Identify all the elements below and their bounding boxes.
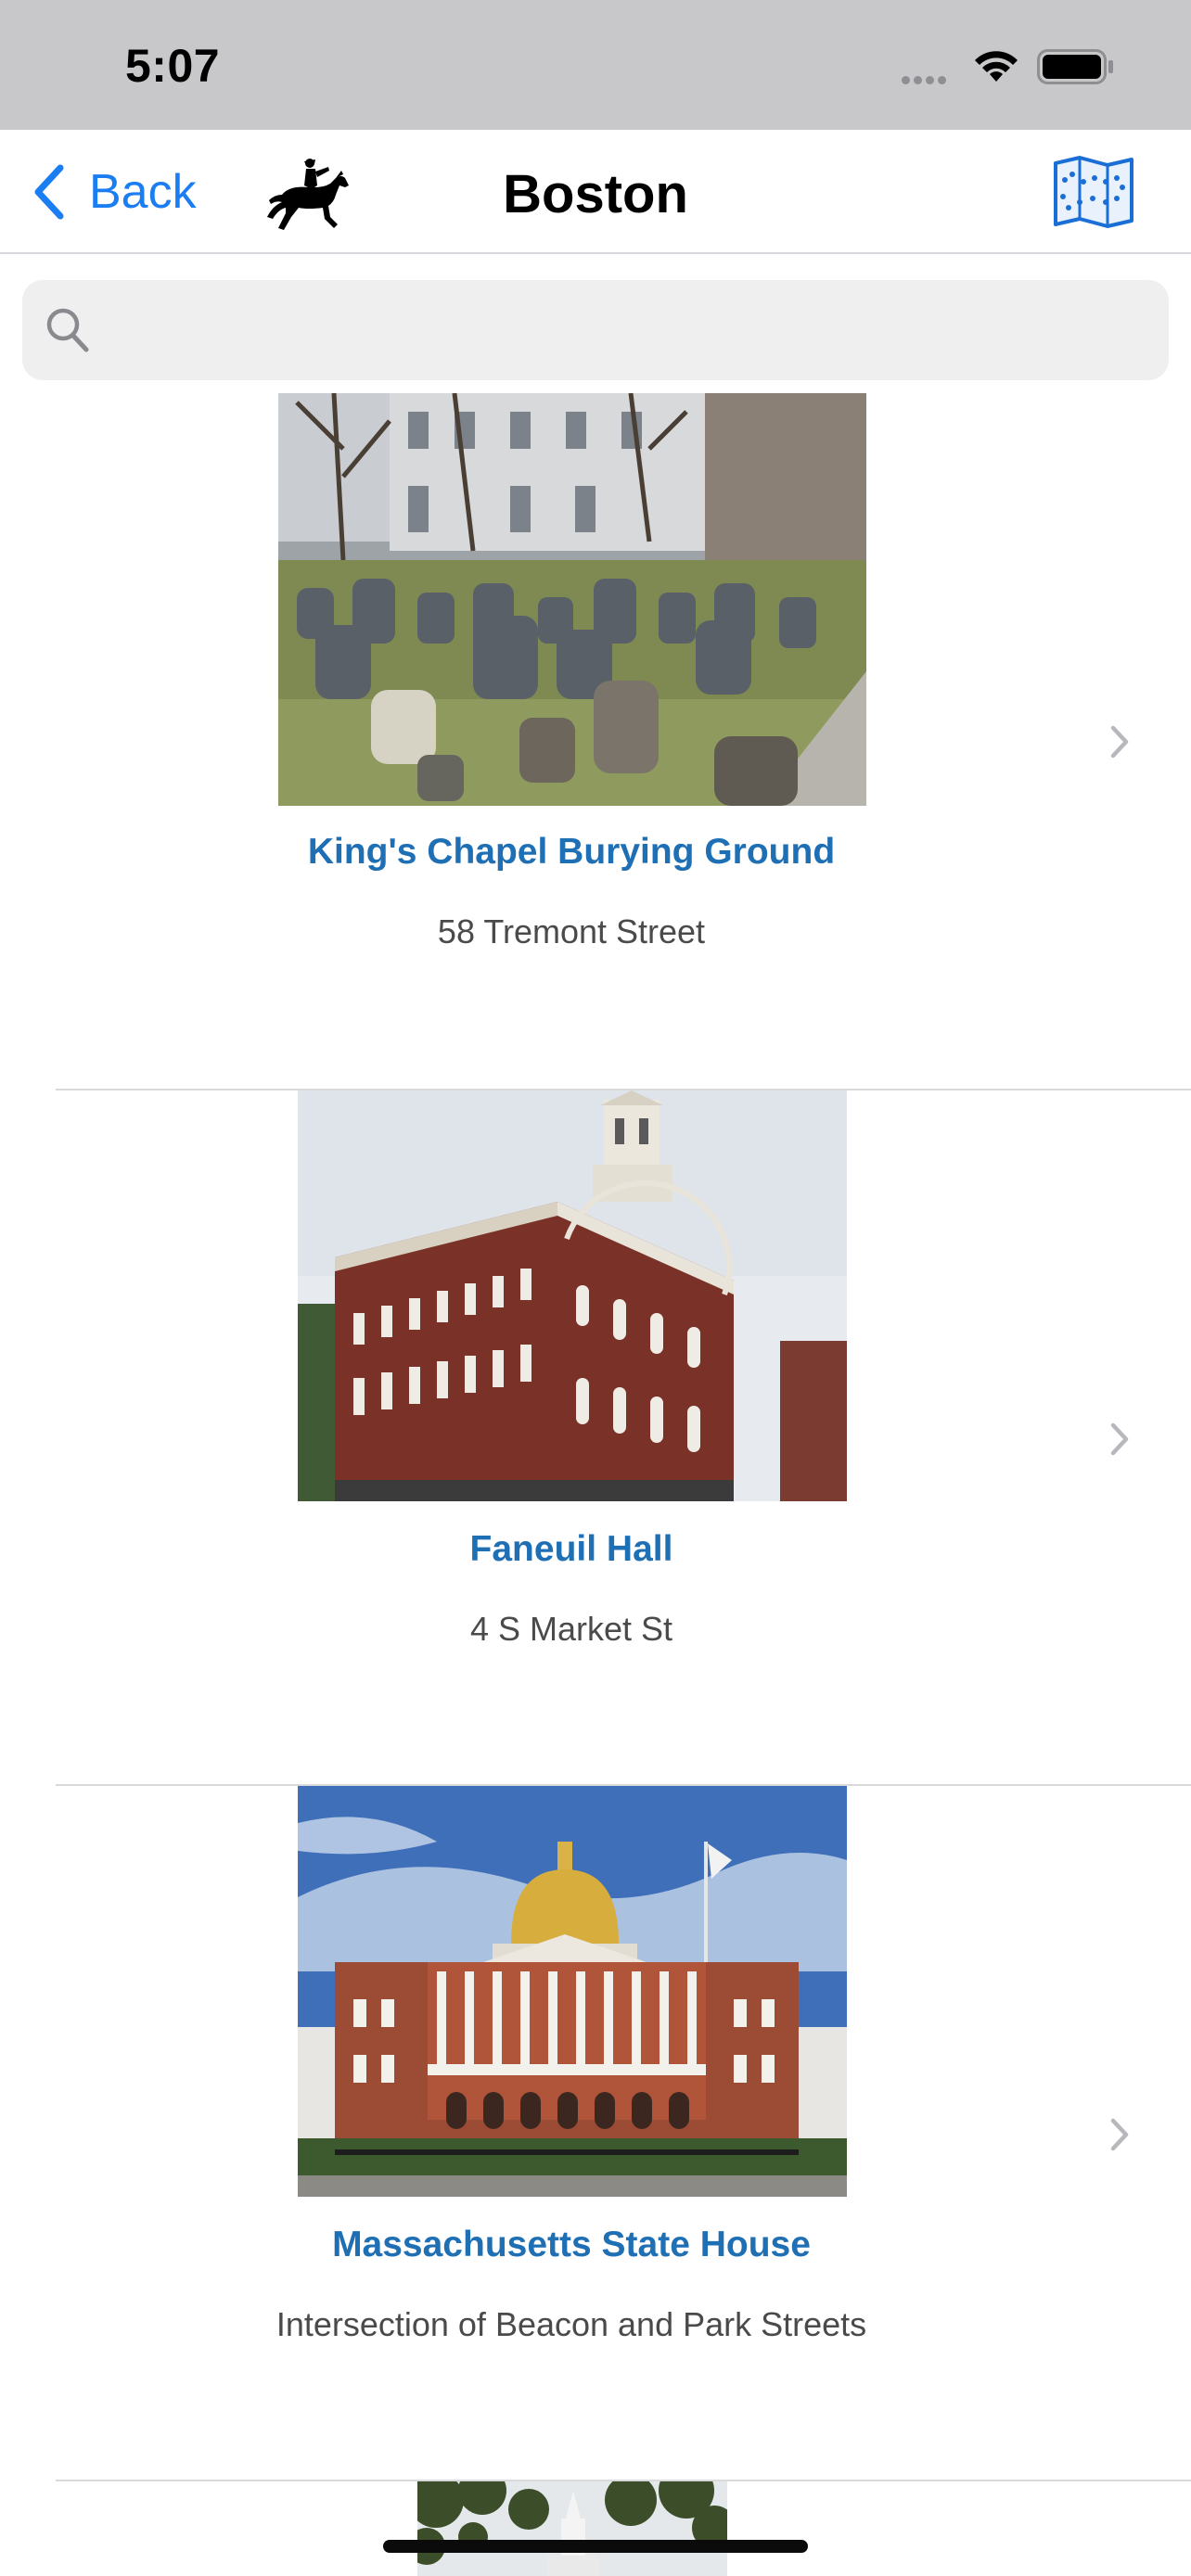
list-item[interactable] bbox=[0, 2481, 1191, 2576]
place-photo bbox=[298, 1786, 847, 2197]
home-indicator[interactable] bbox=[383, 2540, 808, 2553]
navigation-bar: Back Boston bbox=[0, 130, 1191, 254]
status-time: 5:07 bbox=[125, 40, 221, 92]
list-item[interactable]: Massachusetts State House Intersection o… bbox=[0, 1786, 1191, 2481]
place-name: King's Chapel Burying Ground bbox=[307, 832, 836, 872]
status-bar: 5:07 bbox=[0, 0, 1191, 130]
chevron-right-icon bbox=[1110, 2118, 1129, 2151]
place-address: 58 Tremont Street bbox=[437, 912, 706, 950]
wifi-icon bbox=[972, 46, 1020, 88]
place-photo bbox=[298, 1090, 847, 1501]
search-icon bbox=[46, 308, 89, 352]
page-title: Boston bbox=[503, 164, 688, 224]
chevron-right-icon bbox=[1110, 725, 1129, 759]
place-photo bbox=[417, 2481, 727, 2576]
list-item[interactable]: King's Chapel Burying Ground 58 Tremont … bbox=[0, 393, 1191, 1089]
place-address: Intersection of Beacon and Park Streets bbox=[275, 2305, 867, 2343]
place-name: Faneuil Hall bbox=[469, 1529, 673, 1569]
search-field[interactable] bbox=[22, 280, 1169, 380]
place-address: 4 S Market St bbox=[469, 1610, 673, 1648]
search-input[interactable] bbox=[108, 306, 1128, 354]
map-route-icon bbox=[1054, 156, 1133, 228]
battery-icon bbox=[1037, 48, 1115, 90]
place-photo bbox=[278, 393, 866, 806]
place-name: Massachusetts State House bbox=[332, 2225, 811, 2264]
map-button[interactable] bbox=[1052, 154, 1135, 235]
list-item[interactable]: Faneuil Hall 4 S Market St bbox=[0, 1090, 1191, 1786]
cellular-signal-icon bbox=[902, 72, 950, 89]
chevron-right-icon bbox=[1110, 1422, 1129, 1456]
